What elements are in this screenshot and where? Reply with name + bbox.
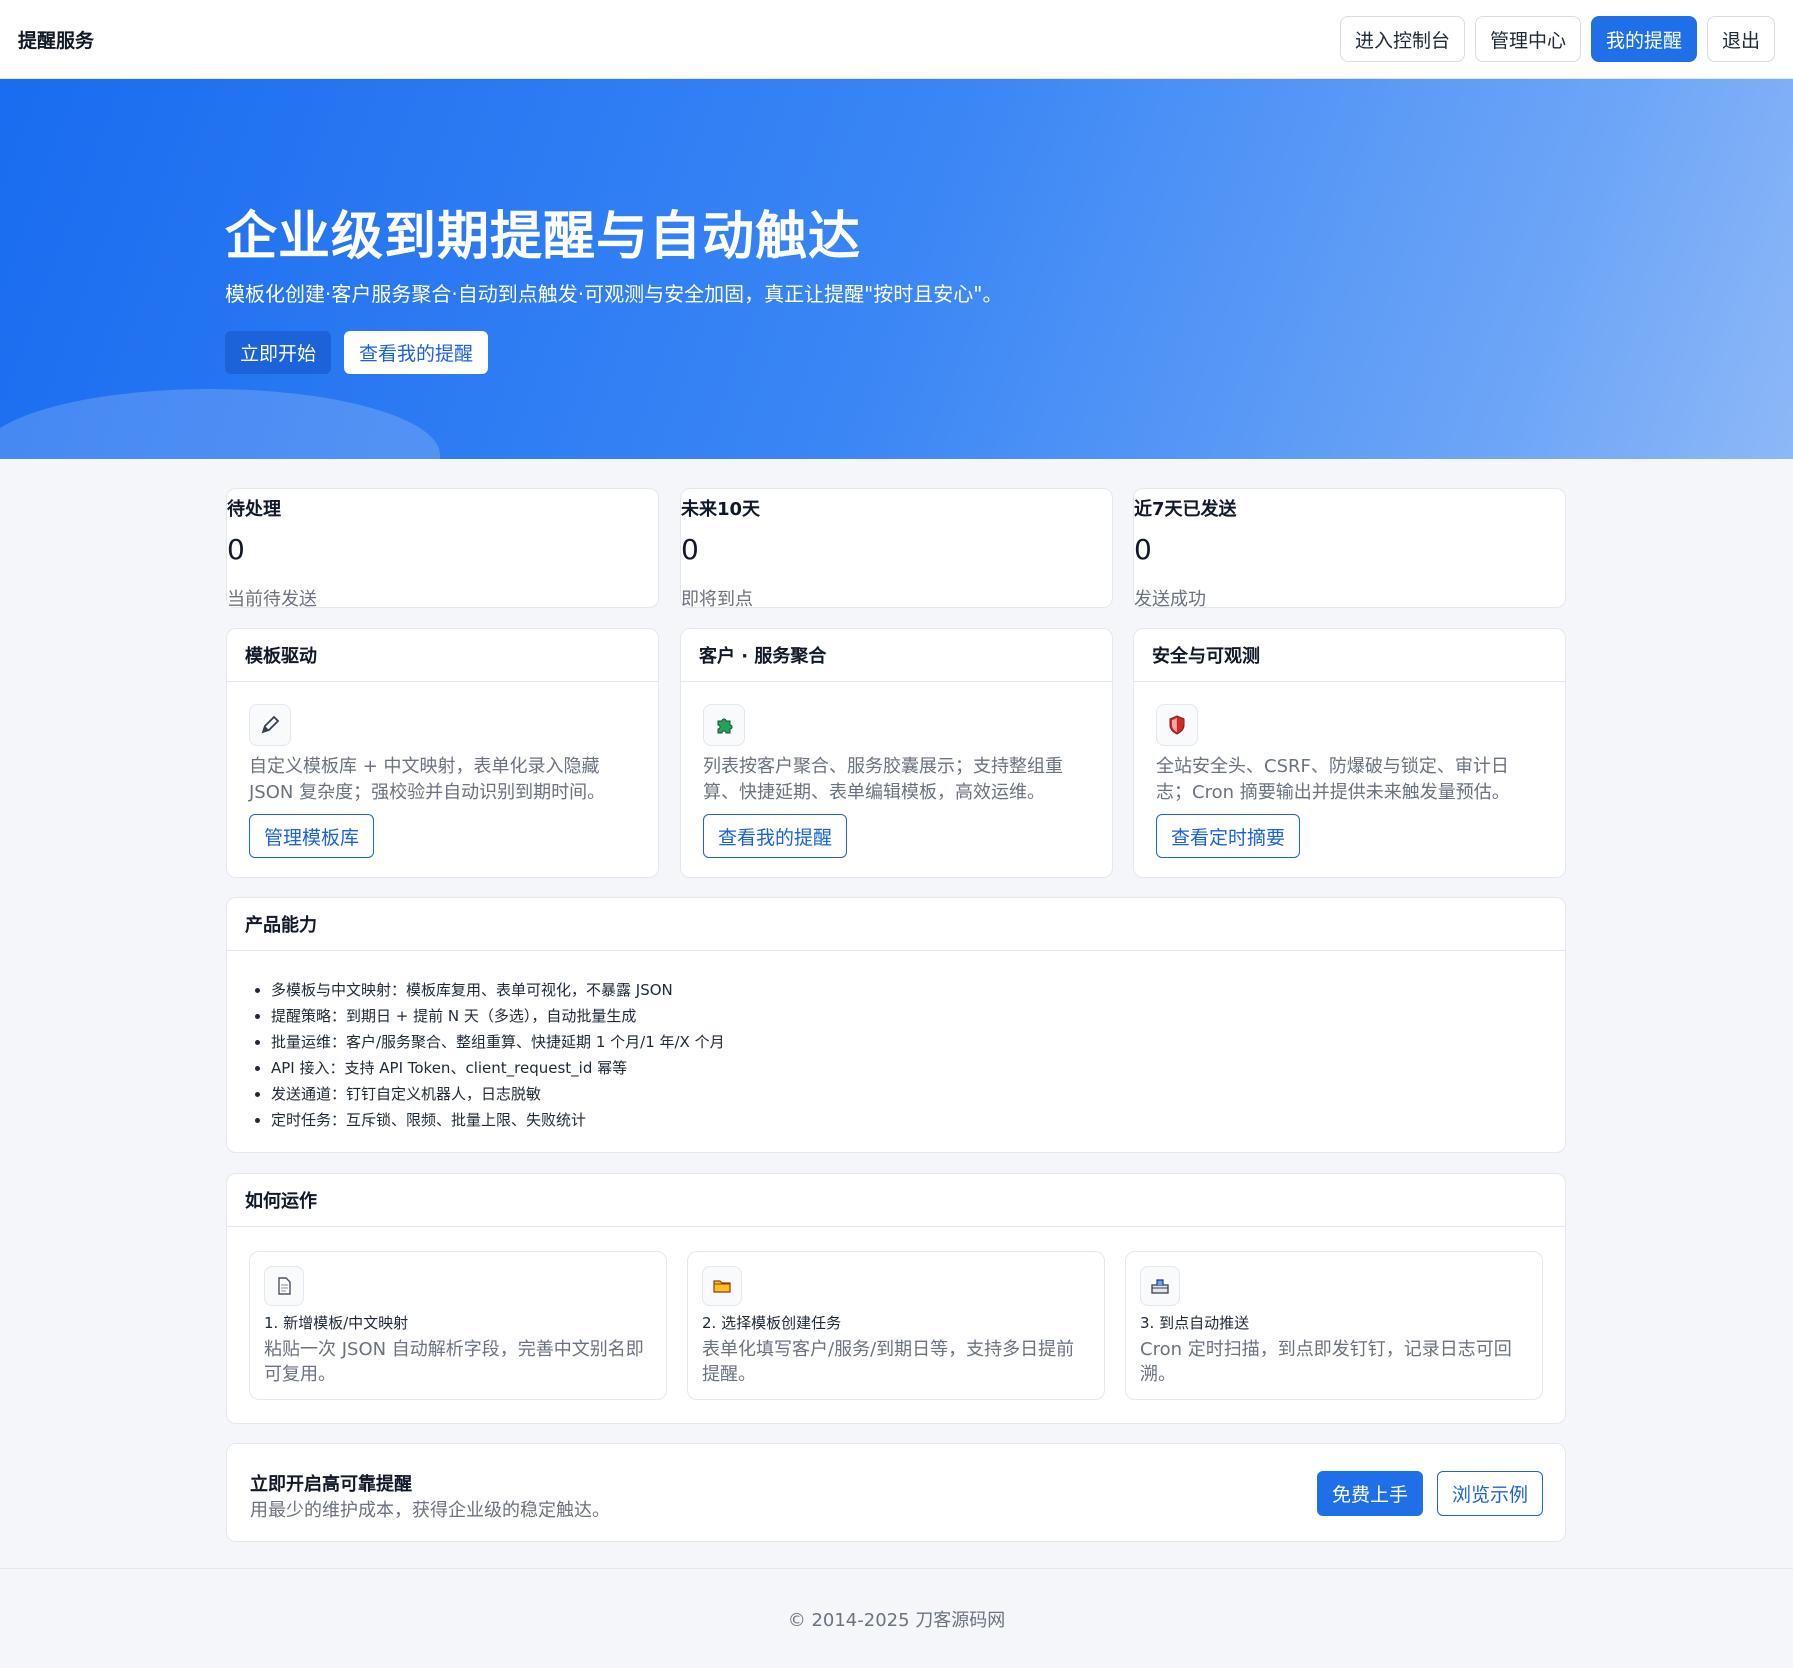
step-desc: 粘贴一次 JSON 自动解析字段，完善中文别名即可复用。 xyxy=(264,1339,644,1385)
browse-examples-button[interactable]: 浏览示例 xyxy=(1436,1471,1543,1516)
brand-title[interactable]: 提醒服务 xyxy=(18,26,94,53)
stat-title: 未来10天 xyxy=(681,499,761,520)
cta-title: 立即开启高可靠提醒 xyxy=(250,1474,412,1495)
step-desc: 表单化填写客户/服务/到期日等，支持多日提前提醒。 xyxy=(702,1339,1075,1385)
step-card: 2. 选择模板创建任务 表单化填写客户/服务/到期日等，支持多日提前提醒。 xyxy=(687,1251,1105,1400)
hero-subtitle: 模板化创建·客户服务聚合·自动到点触发·可观测与安全加固，真正让提醒"按时且安心… xyxy=(225,282,1003,306)
stat-card-pending: 待处理 0 当前待发送 xyxy=(226,488,659,610)
feature-card-aggregation: 客户 · 服务聚合 列表按客户聚合、服务胶囊展示；支持整组重算、快捷延期、表单编… xyxy=(680,628,1113,878)
stat-title: 待处理 xyxy=(227,499,281,520)
stat-desc: 当前待发送 xyxy=(227,589,317,610)
start-now-button[interactable]: 立即开始 xyxy=(225,331,332,374)
top-navbar: 提醒服务 进入控制台 管理中心 我的提醒 退出 xyxy=(0,0,1793,79)
hero-wave-decoration xyxy=(0,389,440,459)
feature-text: 列表按客户聚合、服务胶囊展示；支持整组重算、快捷延期、表单编辑模板，高效运维。 xyxy=(703,756,1063,803)
list-item: 多模板与中文映射：模板库复用、表单可视化，不暴露 JSON xyxy=(271,977,1565,1003)
stat-desc: 发送成功 xyxy=(1134,589,1206,610)
stat-value: 0 xyxy=(681,533,699,566)
step-desc: Cron 定时扫描，到点即发钉钉，记录日志可回溯。 xyxy=(1140,1339,1512,1385)
console-button[interactable]: 进入控制台 xyxy=(1339,16,1465,62)
list-item: 发送通道：钉钉自定义机器人，日志脱敏 xyxy=(271,1081,1565,1107)
cta-subtitle: 用最少的维护成本，获得企业级的稳定触达。 xyxy=(250,1500,610,1521)
list-item: API 接入：支持 API Token、client_request_id 幂等 xyxy=(271,1055,1565,1081)
step-card: 1. 新增模板/中文映射 粘贴一次 JSON 自动解析字段，完善中文别名即可复用… xyxy=(249,1251,667,1400)
manage-templates-button[interactable]: 管理模板库 xyxy=(249,814,375,858)
hero-title: 企业级到期提醒与自动触达 xyxy=(225,207,862,267)
document-icon xyxy=(264,1266,304,1306)
logout-button[interactable]: 退出 xyxy=(1706,16,1775,62)
puzzle-icon xyxy=(703,704,745,746)
feature-title: 安全与可观测 xyxy=(1134,629,1565,682)
footer-copyright: © 2014-2025 刀客源码网 xyxy=(787,1609,1006,1631)
hero-actions: 立即开始 查看我的提醒 xyxy=(225,331,489,374)
step-card: 3. 到点自动推送 Cron 定时扫描，到点即发钉钉，记录日志可回溯。 xyxy=(1125,1251,1543,1400)
view-my-reminders-button[interactable]: 查看我的提醒 xyxy=(344,331,489,374)
my-reminders-button[interactable]: 我的提醒 xyxy=(1590,16,1697,62)
stat-card-sent: 近7天已发送 0 发送成功 xyxy=(1133,488,1566,610)
pencil-icon xyxy=(249,704,291,746)
hero-banner: 企业级到期提醒与自动触达 模板化创建·客户服务聚合·自动到点触发·可观测与安全加… xyxy=(0,79,1793,459)
stat-card-upcoming: 未来10天 0 即将到点 xyxy=(680,488,1113,610)
capabilities-card: 产品能力 多模板与中文映射：模板库复用、表单可视化，不暴露 JSON 提醒策略：… xyxy=(226,897,1566,1153)
cta-actions: 免费上手 浏览示例 xyxy=(1316,1471,1543,1516)
stat-desc: 即将到点 xyxy=(681,589,753,610)
step-title: 3. 到点自动推送 xyxy=(1140,1314,1250,1332)
feature-title: 客户 · 服务聚合 xyxy=(681,629,1112,682)
stat-value: 0 xyxy=(1134,533,1152,566)
capabilities-title: 产品能力 xyxy=(227,898,1565,951)
folder-icon xyxy=(702,1266,742,1306)
how-title: 如何运作 xyxy=(227,1174,1565,1227)
step-title: 1. 新增模板/中文映射 xyxy=(264,1314,409,1332)
cta-card: 立即开启高可靠提醒 用最少的维护成本，获得企业级的稳定触达。 免费上手 浏览示例 xyxy=(226,1443,1566,1542)
free-start-button[interactable]: 免费上手 xyxy=(1316,1471,1423,1516)
feature-title: 模板驱动 xyxy=(227,629,658,682)
feature-text: 全站安全头、CSRF、防爆破与锁定、审计日志；Cron 摘要输出并提供未来触发量… xyxy=(1156,756,1510,803)
shield-icon xyxy=(1156,704,1198,746)
admin-center-button[interactable]: 管理中心 xyxy=(1474,16,1581,62)
footer: © 2014-2025 刀客源码网 xyxy=(0,1568,1793,1668)
stat-title: 近7天已发送 xyxy=(1134,499,1237,520)
list-item: 提醒策略：到期日 + 提前 N 天（多选），自动批量生成 xyxy=(271,1003,1565,1029)
feature-card-template: 模板驱动 自定义模板库 + 中文映射，表单化录入隐藏 JSON 复杂度；强校验并… xyxy=(226,628,659,878)
list-item: 定时任务：互斥锁、限频、批量上限、失败统计 xyxy=(271,1107,1565,1133)
inbox-icon xyxy=(1140,1266,1180,1306)
capabilities-list: 多模板与中文映射：模板库复用、表单可视化，不暴露 JSON 提醒策略：到期日 +… xyxy=(227,951,1565,1133)
step-title: 2. 选择模板创建任务 xyxy=(702,1314,842,1332)
list-item: 批量运维：客户/服务聚合、整组重算、快捷延期 1 个月/1 年/X 个月 xyxy=(271,1029,1565,1055)
view-cron-summary-button[interactable]: 查看定时摘要 xyxy=(1156,814,1301,858)
feature-card-security: 安全与可观测 全站安全头、CSRF、防爆破与锁定、审计日志；Cron 摘要输出并… xyxy=(1133,628,1566,878)
nav-buttons: 进入控制台 管理中心 我的提醒 退出 xyxy=(1339,16,1775,62)
stat-value: 0 xyxy=(227,533,245,566)
how-it-works-card: 如何运作 1. 新增模板/中文映射 粘贴一次 JSON 自动解析字段，完善中文别… xyxy=(226,1173,1566,1424)
view-my-reminders-feature-button[interactable]: 查看我的提醒 xyxy=(703,814,848,858)
feature-text: 自定义模板库 + 中文映射，表单化录入隐藏 JSON 复杂度；强校验并自动识别到… xyxy=(249,756,606,803)
